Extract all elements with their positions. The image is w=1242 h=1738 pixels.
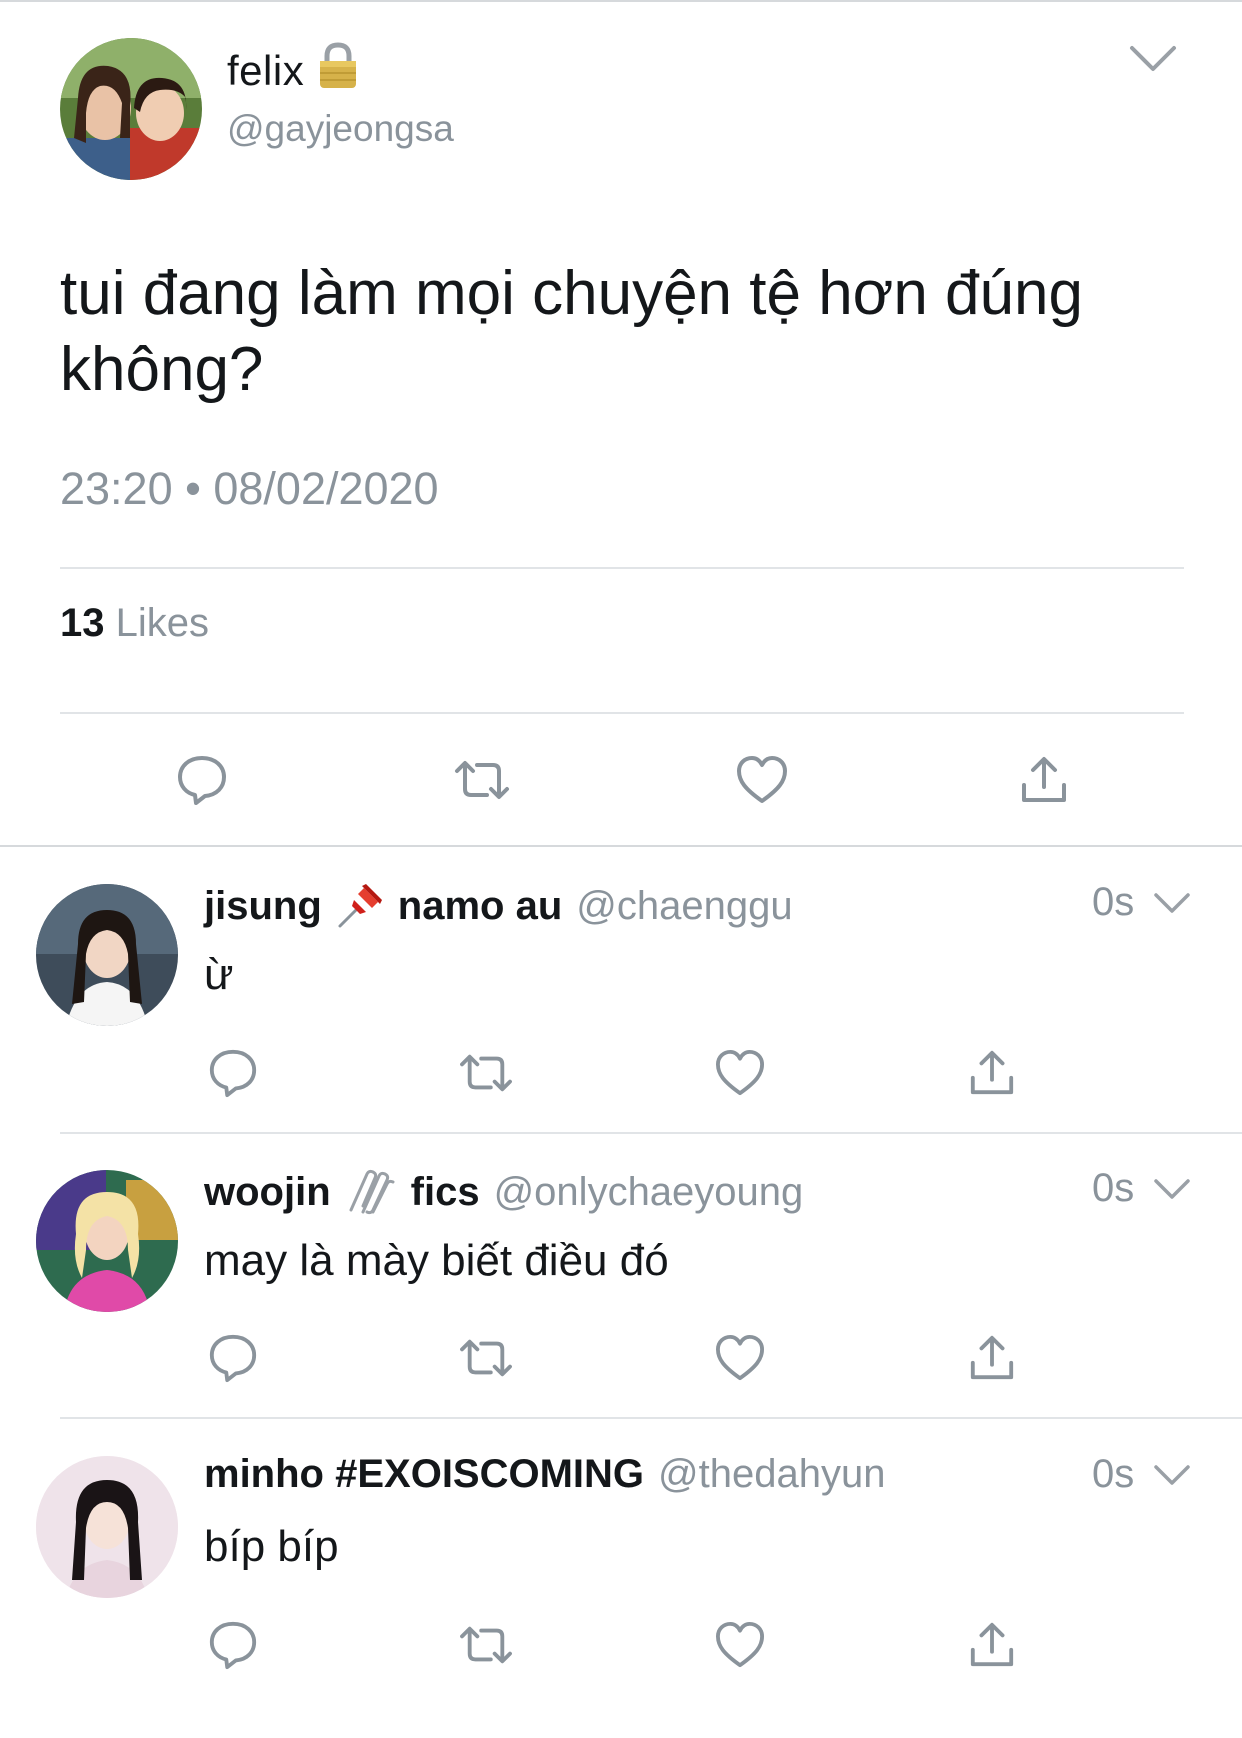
share-button[interactable] (964, 1330, 1020, 1386)
heart-icon (714, 1049, 766, 1097)
reply-author-name: minho #EXOISCOMING (204, 1452, 645, 1496)
avatar[interactable] (36, 884, 178, 1026)
reply-button[interactable] (205, 1617, 261, 1673)
divider (60, 712, 1184, 714)
author-name-text: felix (227, 47, 305, 94)
chevron-down-icon[interactable] (1128, 42, 1178, 76)
reply-icon (207, 1047, 259, 1099)
chevron-down-icon[interactable] (1152, 890, 1192, 916)
retweet-button[interactable] (458, 1617, 514, 1673)
avatar[interactable] (36, 1456, 178, 1598)
divider (0, 845, 1242, 847)
heart-icon (735, 755, 789, 805)
reply-timestamp: 0s (1092, 1166, 1135, 1210)
reply-text: may là mày biết điều đó (204, 1236, 669, 1285)
reply-text: bíp bíp (204, 1522, 339, 1571)
retweet-icon (458, 1334, 514, 1382)
reply-author-name: woojin (204, 1169, 331, 1214)
retweet-icon (458, 1049, 514, 1097)
likes-label: Likes (115, 601, 210, 645)
like-button[interactable] (732, 750, 792, 810)
reply-text: ừ (204, 950, 234, 999)
divider (60, 1132, 1242, 1134)
share-button[interactable] (964, 1617, 1020, 1673)
reply-author-handle: @thedahyun (658, 1452, 886, 1496)
chevron-down-icon[interactable] (1152, 1462, 1192, 1488)
retweet-icon (453, 755, 511, 805)
share-button[interactable] (964, 1045, 1020, 1101)
reply-button[interactable] (205, 1330, 261, 1386)
reply-author[interactable]: woojin fics @onlychaeyoung (204, 1166, 803, 1218)
reply-icon (207, 1332, 259, 1384)
like-button[interactable] (712, 1045, 768, 1101)
like-button[interactable] (712, 1617, 768, 1673)
divider (60, 1417, 1242, 1419)
reply-author[interactable]: minho #EXOISCOMING @thedahyun (204, 1452, 886, 1497)
share-icon (968, 1049, 1016, 1097)
reply-author[interactable]: jisung namo au @chaenggu (204, 880, 793, 932)
reply-author-name-suffix: namo au (397, 883, 563, 928)
retweet-icon (458, 1621, 514, 1669)
top-divider (0, 0, 1242, 2)
tweet-author-name[interactable]: felix (227, 42, 358, 100)
reply-icon (207, 1619, 259, 1671)
heart-icon (714, 1334, 766, 1382)
chevron-down-icon[interactable] (1152, 1176, 1192, 1202)
tweet-text: tui đang làm mọi chuyện tệ hơn đúng khôn… (60, 256, 1170, 408)
paperclips-icon (343, 1166, 399, 1218)
tweet-text-line: tui đang làm mọi chuyện tệ hơn đúng (60, 259, 1083, 328)
share-icon (1019, 755, 1069, 805)
reply-author-handle: @chaenggu (576, 883, 793, 928)
likes-count[interactable]: 13 Likes (60, 601, 209, 646)
reply-author-name: jisung (204, 883, 322, 928)
avatar[interactable] (36, 1170, 178, 1312)
reply-button[interactable] (172, 750, 232, 810)
share-icon (968, 1334, 1016, 1382)
reply-button[interactable] (205, 1045, 261, 1101)
lock-icon (318, 42, 358, 100)
share-icon (968, 1621, 1016, 1669)
tweet-timestamp: 23:20 • 08/02/2020 (60, 463, 439, 514)
pushpin-icon (334, 880, 386, 932)
heart-icon (714, 1621, 766, 1669)
retweet-button[interactable] (458, 1330, 514, 1386)
divider (60, 567, 1184, 569)
retweet-button[interactable] (452, 750, 512, 810)
tweet-author-handle[interactable]: @gayjeongsa (227, 108, 454, 150)
reply-timestamp: 0s (1092, 880, 1135, 924)
like-button[interactable] (712, 1330, 768, 1386)
share-button[interactable] (1014, 750, 1074, 810)
reply-icon (175, 753, 229, 807)
likes-number: 13 (60, 601, 105, 645)
reply-author-name-suffix: fics (410, 1169, 480, 1214)
reply-author-handle: @onlychaeyoung (493, 1169, 804, 1214)
reply-timestamp: 0s (1092, 1452, 1135, 1496)
avatar[interactable] (60, 38, 202, 180)
retweet-button[interactable] (458, 1045, 514, 1101)
tweet-text-line: không? (60, 335, 264, 404)
